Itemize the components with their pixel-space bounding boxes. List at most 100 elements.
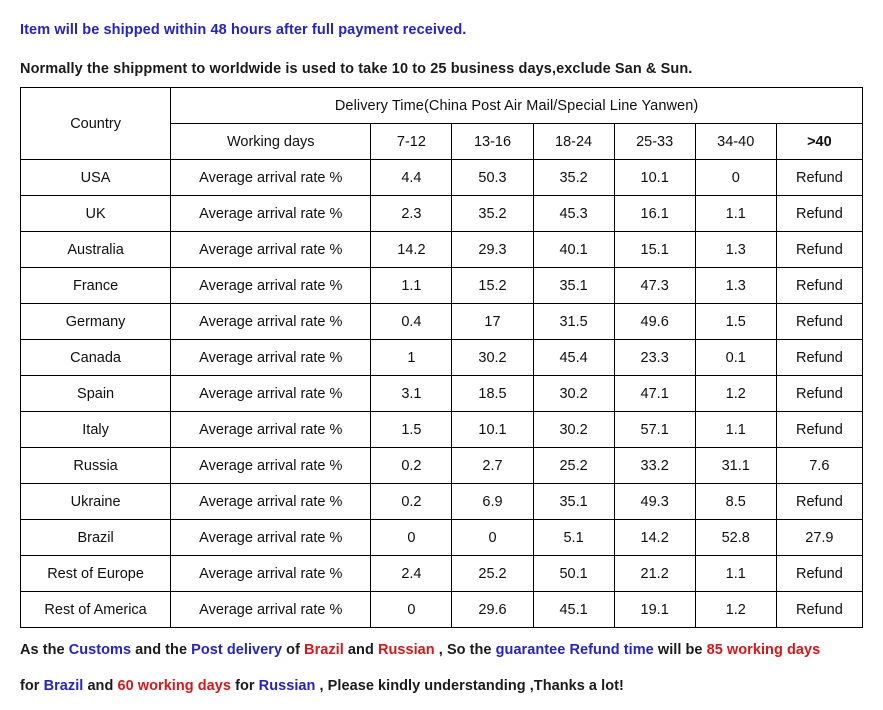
cell-metric-label: Average arrival rate % bbox=[170, 339, 372, 376]
cell-value-18-24: 35.1 bbox=[532, 483, 615, 520]
table-head: Country Delivery Time(China Post Air Mai… bbox=[19, 87, 864, 160]
cell-value-13-16: 29.3 bbox=[451, 231, 534, 268]
delivery-time-table-wrap: Country Delivery Time(China Post Air Mai… bbox=[19, 87, 864, 628]
table-row: Canada Average arrival rate % 1 30.2 45.4 23.… bbox=[19, 339, 864, 376]
cell-metric-label: Average arrival rate % bbox=[170, 591, 372, 628]
cell-value-over-40: 27.9 bbox=[775, 519, 864, 556]
cell-metric-label: Average arrival rate % bbox=[170, 195, 372, 232]
cell-value-34-40: 0 bbox=[694, 159, 777, 196]
cell-value-7-12: 14.2 bbox=[370, 231, 453, 268]
cell-value-25-33: 33.2 bbox=[613, 447, 696, 484]
cell-metric-label: Average arrival rate % bbox=[170, 483, 372, 520]
footer-line-1: As the Customs and the Post delivery of … bbox=[20, 632, 870, 668]
cell-value-over-40: Refund bbox=[775, 303, 864, 340]
cell-value-25-33: 47.3 bbox=[613, 267, 696, 304]
cell-value-34-40: 1.3 bbox=[694, 267, 777, 304]
cell-value-over-40: 7.6 bbox=[775, 447, 864, 484]
cell-value-18-24: 25.2 bbox=[532, 447, 615, 484]
footer-line-2: for Brazil and 60 working days for Russi… bbox=[20, 668, 870, 704]
cell-metric-label: Average arrival rate % bbox=[170, 159, 372, 196]
footer-text-run: As the bbox=[20, 642, 69, 658]
cell-value-25-33: 47.1 bbox=[613, 375, 696, 412]
cell-value-over-40: Refund bbox=[775, 483, 864, 520]
cell-value-7-12: 2.4 bbox=[370, 555, 453, 592]
footer-text-run: for bbox=[231, 678, 259, 694]
table-row: UK Average arrival rate % 2.3 35.2 45.3 16.1 1… bbox=[19, 195, 864, 232]
cell-metric-label: Average arrival rate % bbox=[170, 231, 372, 268]
cell-value-34-40: 0.1 bbox=[694, 339, 777, 376]
table-row: Italy Average arrival rate % 1.5 10.1 30.2 57… bbox=[19, 411, 864, 448]
cell-value-13-16: 15.2 bbox=[451, 267, 534, 304]
cell-value-over-40: Refund bbox=[775, 375, 864, 412]
cell-value-7-12: 0.2 bbox=[370, 447, 453, 484]
footer-text-run: Russian bbox=[258, 678, 316, 694]
cell-value-25-33: 15.1 bbox=[613, 231, 696, 268]
cell-country: Canada bbox=[19, 339, 172, 376]
cell-value-18-24: 35.1 bbox=[532, 267, 615, 304]
column-header-delivery-time: Delivery Time(China Post Air Mail/Specia… bbox=[170, 87, 863, 124]
cell-country: UK bbox=[19, 195, 172, 232]
cell-value-25-33: 23.3 bbox=[613, 339, 696, 376]
footer-text-run: guarantee Refund time bbox=[495, 642, 654, 658]
cell-value-34-40: 1.5 bbox=[694, 303, 777, 340]
column-header-country: Country bbox=[19, 87, 172, 160]
cell-metric-label: Average arrival rate % bbox=[170, 447, 372, 484]
cell-value-7-12: 4.4 bbox=[370, 159, 453, 196]
cell-country: Brazil bbox=[19, 519, 172, 556]
table-row: France Average arrival rate % 1.1 15.2 35.1 4… bbox=[19, 267, 864, 304]
cell-country: Rest of Europe bbox=[19, 555, 172, 592]
table-row: Germany Average arrival rate % 0.4 17 31.5 49… bbox=[19, 303, 864, 340]
footer-text-run: and bbox=[343, 642, 378, 658]
cell-value-over-40: Refund bbox=[775, 231, 864, 268]
column-header-working-days: Working days bbox=[170, 123, 372, 160]
cell-value-34-40: 8.5 bbox=[694, 483, 777, 520]
cell-value-34-40: 1.2 bbox=[694, 375, 777, 412]
footer-text-run: Post delivery bbox=[191, 642, 283, 658]
footer-text-run: Brazil bbox=[304, 642, 344, 658]
footer-text-run: for bbox=[20, 678, 44, 694]
cell-value-34-40: 1.1 bbox=[694, 411, 777, 448]
shipping-info-page: Item will be shipped within 48 hours aft… bbox=[0, 0, 883, 710]
cell-value-25-33: 49.6 bbox=[613, 303, 696, 340]
cell-country: Russia bbox=[19, 447, 172, 484]
cell-value-34-40: 52.8 bbox=[694, 519, 777, 556]
cell-value-7-12: 1.1 bbox=[370, 267, 453, 304]
cell-metric-label: Average arrival rate % bbox=[170, 555, 372, 592]
footer-text-run: and bbox=[83, 678, 118, 694]
table-body: USA Average arrival rate % 4.4 50.3 35.2 10.1… bbox=[19, 159, 864, 628]
table-row: Rest of Europe Average arrival rate % 2.4 2… bbox=[19, 555, 864, 592]
cell-value-over-40: Refund bbox=[775, 339, 864, 376]
refund-policy-footer: As the Customs and the Post delivery of … bbox=[20, 632, 870, 704]
footer-text-run: 60 working days bbox=[117, 678, 232, 694]
cell-value-18-24: 45.3 bbox=[532, 195, 615, 232]
cell-value-18-24: 35.2 bbox=[532, 159, 615, 196]
column-header-bucket-over-40: >40 bbox=[775, 123, 864, 160]
column-header-bucket-13-16: 13-16 bbox=[451, 123, 534, 160]
footer-text-run: will be bbox=[653, 642, 707, 658]
cell-value-18-24: 30.2 bbox=[532, 375, 615, 412]
cell-value-7-12: 1.5 bbox=[370, 411, 453, 448]
delivery-time-table: Country Delivery Time(China Post Air Mai… bbox=[19, 87, 864, 628]
footer-text-run: and the bbox=[131, 642, 192, 658]
cell-value-7-12: 1 bbox=[370, 339, 453, 376]
cell-value-13-16: 25.2 bbox=[451, 555, 534, 592]
cell-country: USA bbox=[19, 159, 172, 196]
column-header-bucket-34-40: 34-40 bbox=[694, 123, 777, 160]
cell-value-over-40: Refund bbox=[775, 411, 864, 448]
cell-value-18-24: 50.1 bbox=[532, 555, 615, 592]
cell-value-13-16: 29.6 bbox=[451, 591, 534, 628]
intro-line-shipping-time: Item will be shipped within 48 hours aft… bbox=[20, 22, 467, 38]
cell-value-25-33: 57.1 bbox=[613, 411, 696, 448]
cell-country: Ukraine bbox=[19, 483, 172, 520]
cell-value-13-16: 0 bbox=[451, 519, 534, 556]
footer-text-run: Brazil bbox=[43, 678, 84, 694]
cell-value-18-24: 45.4 bbox=[532, 339, 615, 376]
cell-metric-label: Average arrival rate % bbox=[170, 411, 372, 448]
cell-value-34-40: 31.1 bbox=[694, 447, 777, 484]
cell-metric-label: Average arrival rate % bbox=[170, 267, 372, 304]
footer-text-run: of bbox=[282, 642, 305, 658]
cell-value-7-12: 0.4 bbox=[370, 303, 453, 340]
cell-value-18-24: 30.2 bbox=[532, 411, 615, 448]
cell-country: Rest of America bbox=[19, 591, 172, 628]
cell-value-13-16: 10.1 bbox=[451, 411, 534, 448]
